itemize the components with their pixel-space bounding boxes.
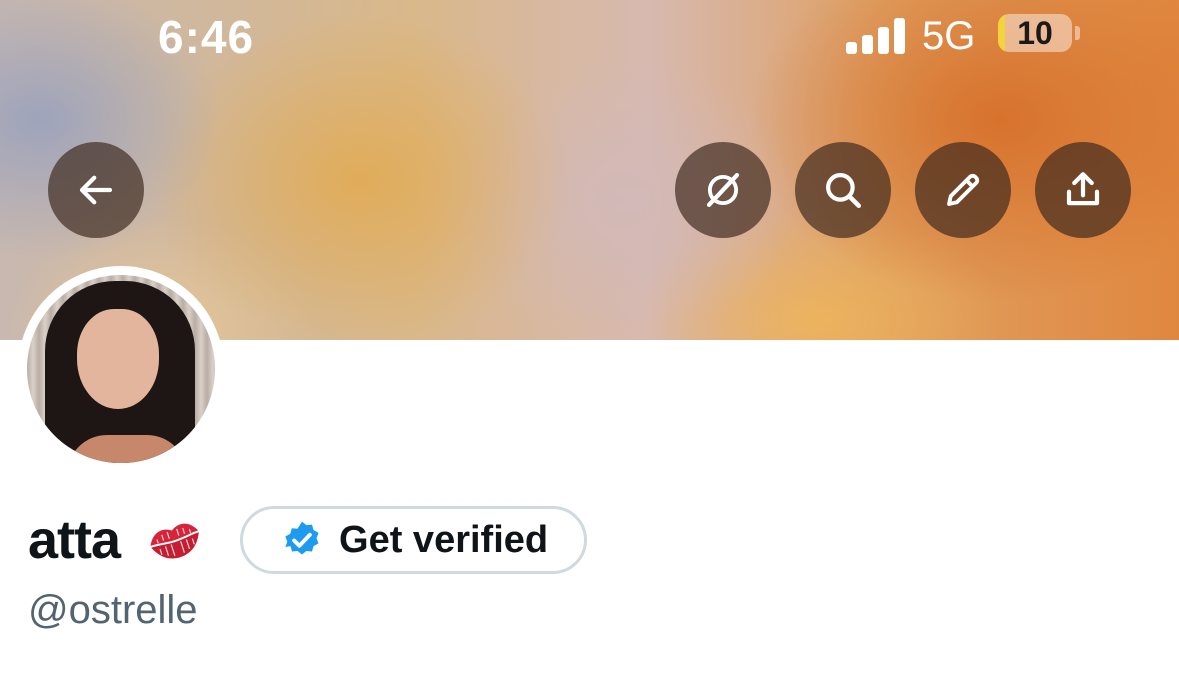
- status-bar: 6:46 5G 10: [0, 0, 1179, 80]
- pencil-icon: [947, 173, 980, 206]
- battery-level: 10: [1017, 15, 1053, 51]
- status-time: 6:46: [158, 11, 255, 63]
- edit-button[interactable]: [915, 142, 1011, 238]
- signal-icon: [846, 18, 906, 54]
- get-verified-label: Get verified: [339, 518, 549, 561]
- battery-icon: 10: [998, 14, 1072, 52]
- back-button[interactable]: [48, 142, 144, 238]
- avatar[interactable]: [18, 266, 224, 472]
- avatar-photo: [27, 275, 215, 463]
- get-verified-button[interactable]: Get verified: [240, 506, 588, 574]
- verified-badge-icon: [285, 521, 319, 555]
- profile-name-row: atta Get verified: [28, 500, 588, 580]
- grok-button[interactable]: [675, 142, 771, 238]
- profile-handle: @ostrelle: [28, 588, 198, 632]
- grok-icon: [706, 173, 740, 207]
- search-button[interactable]: [795, 142, 891, 238]
- arrow-left-icon: [79, 175, 113, 205]
- search-icon: [826, 173, 862, 209]
- lips-emoji-icon: [150, 523, 199, 559]
- share-icon: [1066, 172, 1100, 206]
- share-button[interactable]: [1035, 142, 1131, 238]
- battery-tip: [1075, 26, 1080, 40]
- display-name: atta: [28, 510, 121, 570]
- network-type: 5G: [922, 14, 976, 58]
